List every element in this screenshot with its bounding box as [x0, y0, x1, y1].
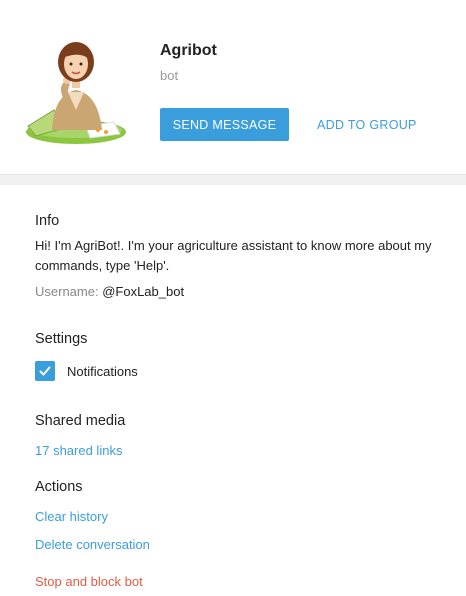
- info-title: Info: [35, 213, 60, 229]
- shared-media-title: Shared media: [35, 413, 126, 429]
- username-row: Username: @FoxLab_bot: [35, 284, 184, 299]
- checkmark-icon: [39, 366, 51, 376]
- send-message-button[interactable]: SEND MESSAGE: [160, 108, 289, 141]
- section-divider: [0, 175, 466, 185]
- bot-subtitle: bot: [160, 68, 179, 83]
- stop-and-block-link[interactable]: Stop and block bot: [35, 574, 143, 589]
- username-value: @FoxLab_bot: [102, 284, 185, 299]
- delete-conversation-link[interactable]: Delete conversation: [35, 537, 150, 552]
- profile-header: Agribot bot SEND MESSAGE ADD TO GROUP: [0, 0, 466, 175]
- add-to-group-button[interactable]: ADD TO GROUP: [307, 108, 427, 141]
- settings-title: Settings: [35, 331, 88, 347]
- username-label: Username:: [35, 284, 99, 299]
- bot-description: Hi! I'm AgriBot!. I'm your agriculture a…: [35, 238, 432, 273]
- bot-name: Agribot: [160, 42, 217, 59]
- actions-title: Actions: [35, 479, 83, 495]
- notifications-checkbox[interactable]: [35, 361, 55, 381]
- clear-history-link[interactable]: Clear history: [35, 509, 108, 524]
- notifications-label[interactable]: Notifications: [67, 364, 138, 379]
- shared-links-link[interactable]: 17 shared links: [35, 443, 122, 458]
- bot-avatar: [24, 30, 128, 146]
- avatar-illustration: [26, 42, 126, 144]
